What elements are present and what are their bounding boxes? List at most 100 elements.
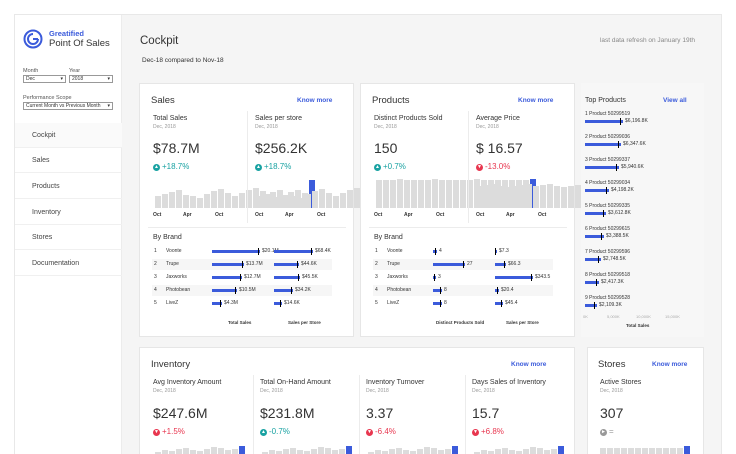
- metric-change: ▲ -0.7%: [260, 427, 290, 436]
- sparkline-chart: [600, 440, 690, 454]
- top-product-label[interactable]: 9 Product 50299528: [585, 295, 630, 301]
- metric-change: ▼ -6.4%: [366, 427, 396, 436]
- target-tick: [495, 248, 496, 255]
- nav-stores[interactable]: Stores: [15, 225, 122, 250]
- metric-change: ► =: [600, 427, 614, 436]
- brand-name: Trupe: [387, 261, 400, 267]
- stores-know-more-link[interactable]: Know more: [652, 361, 687, 368]
- top-product-label[interactable]: 2 Product 50299036: [585, 134, 630, 140]
- metric-label: Total Sales: [153, 115, 188, 122]
- brand-rank: 3: [375, 274, 378, 280]
- year-value: 2018: [72, 76, 84, 82]
- metric-date: Dec, 2018: [374, 124, 397, 130]
- spark-label: Oct: [317, 212, 326, 218]
- by-brand-title: By Brand: [374, 234, 403, 241]
- sparkline-chart: [155, 440, 245, 454]
- nav-sales[interactable]: Sales: [15, 148, 122, 173]
- metric-value: $247.6M: [153, 405, 208, 421]
- metric-change-value: +6.8%: [481, 427, 504, 436]
- metric-label: Avg Inventory Amount: [153, 379, 222, 386]
- brand-name: Photobean: [387, 287, 412, 293]
- brand-logo[interactable]: Greatified Point Of Sales: [23, 29, 110, 49]
- products-know-more-link[interactable]: Know more: [518, 97, 553, 104]
- brand-row: 3 Jaxworks 3 $343.5: [373, 272, 553, 283]
- by-brand-title: By Brand: [153, 234, 182, 241]
- bar-value: $6,347.6K: [623, 141, 646, 147]
- brand-name: LiveZ: [387, 300, 400, 306]
- metric-change-value: -0.7%: [269, 427, 290, 436]
- brand-name: Trupe: [166, 261, 179, 267]
- target-tick: [531, 274, 532, 281]
- top-product-label[interactable]: 6 Product 50299615: [585, 226, 630, 232]
- top-products-title: Top Products: [585, 97, 626, 104]
- bar-value: $3,388.5K: [606, 233, 629, 239]
- month-select[interactable]: Dec ▾: [23, 75, 66, 83]
- axis-tick: 10,000K: [636, 314, 651, 319]
- bar-mark: [585, 120, 623, 123]
- inventory-know-more-link[interactable]: Know more: [511, 361, 546, 368]
- product-rank: 6: [585, 226, 588, 232]
- sales-card: Sales Know more Total Sales Dec, 2018 $7…: [139, 83, 416, 337]
- brand-name: LiveZ: [166, 300, 179, 306]
- target-tick: [291, 287, 292, 294]
- top-product-label[interactable]: 7 Product 50299596: [585, 249, 630, 255]
- brand-row: 2 Trupe $13.7M $44.6K: [152, 259, 332, 270]
- product-rank: 7: [585, 249, 588, 255]
- product-name: Product 50299337: [589, 157, 631, 163]
- top-product-label[interactable]: 4 Product 50299034: [585, 180, 630, 186]
- top-product-label[interactable]: 5 Product 50299335: [585, 203, 630, 209]
- target-tick: [596, 279, 597, 286]
- metric-value: $231.8M: [260, 405, 315, 421]
- spark-label: Apr: [404, 212, 413, 218]
- target-tick: [504, 261, 505, 268]
- products-title: Products: [372, 95, 410, 106]
- column-label: Total Sales: [228, 320, 252, 325]
- bar-value: $20.4: [501, 287, 514, 293]
- page-subtitle: Dec-18 compared to Nov-18: [142, 57, 224, 64]
- bar-value: $66.3: [508, 261, 521, 267]
- bar-value: $45.5K: [302, 274, 318, 280]
- nav-products[interactable]: Products: [15, 174, 122, 199]
- target-tick: [235, 287, 236, 294]
- metric-value: 15.7: [472, 405, 500, 421]
- greatified-logo-icon: [23, 29, 43, 49]
- nav-inventory[interactable]: Inventory: [15, 200, 122, 225]
- product-name: Product 50299335: [589, 203, 631, 209]
- spark-label: Oct: [476, 212, 485, 218]
- sparkline-chart: [474, 440, 564, 454]
- bar-mark: [585, 166, 619, 169]
- bar-value: $34.2K: [295, 287, 311, 293]
- brand-rank: 4: [154, 287, 157, 293]
- nav-documentation[interactable]: Documentation: [15, 251, 122, 276]
- metric-date: Dec, 2018: [255, 124, 278, 130]
- bar-value: $45.4: [505, 300, 518, 306]
- arrow-up-icon: ▲: [153, 164, 160, 171]
- scope-select[interactable]: Current Month vs Previous Month ▾: [23, 102, 113, 110]
- year-select[interactable]: 2018 ▾: [69, 75, 113, 83]
- bar-value: $10.5M: [239, 287, 256, 293]
- sparkline-chart: [262, 440, 352, 454]
- bar-value: 8: [444, 300, 447, 306]
- metric-label: Days Sales of Inventory: [472, 379, 546, 386]
- top-product-label[interactable]: 3 Product 50299337: [585, 157, 630, 163]
- product-name: Product 50299034: [589, 180, 631, 186]
- sales-title: Sales: [151, 95, 175, 106]
- spark-label: Apr: [285, 212, 294, 218]
- metric-value: $ 16.57: [476, 140, 523, 156]
- metric-label: Total On-Hand Amount: [260, 379, 331, 386]
- divider: [465, 375, 466, 454]
- divider: [148, 227, 346, 228]
- bar-mark: [212, 263, 244, 266]
- bar-mark: [274, 250, 313, 253]
- sales-know-more-link[interactable]: Know more: [297, 97, 332, 104]
- target-tick: [616, 164, 617, 171]
- arrow-up-icon: ▲: [260, 429, 267, 436]
- brand-row: 2 Trupe 27 $66.3: [373, 259, 553, 270]
- top-product-label[interactable]: 8 Product 50299518: [585, 272, 630, 278]
- axis-tick: 5,000K: [607, 314, 620, 319]
- top-product-label[interactable]: 1 Product 50299519: [585, 111, 630, 117]
- nav-cockpit[interactable]: Cockpit: [15, 123, 122, 148]
- product-name: Product 50299528: [589, 295, 631, 301]
- view-all-link[interactable]: View all: [663, 97, 687, 104]
- metric-change: ▲ +18.7%: [255, 162, 291, 171]
